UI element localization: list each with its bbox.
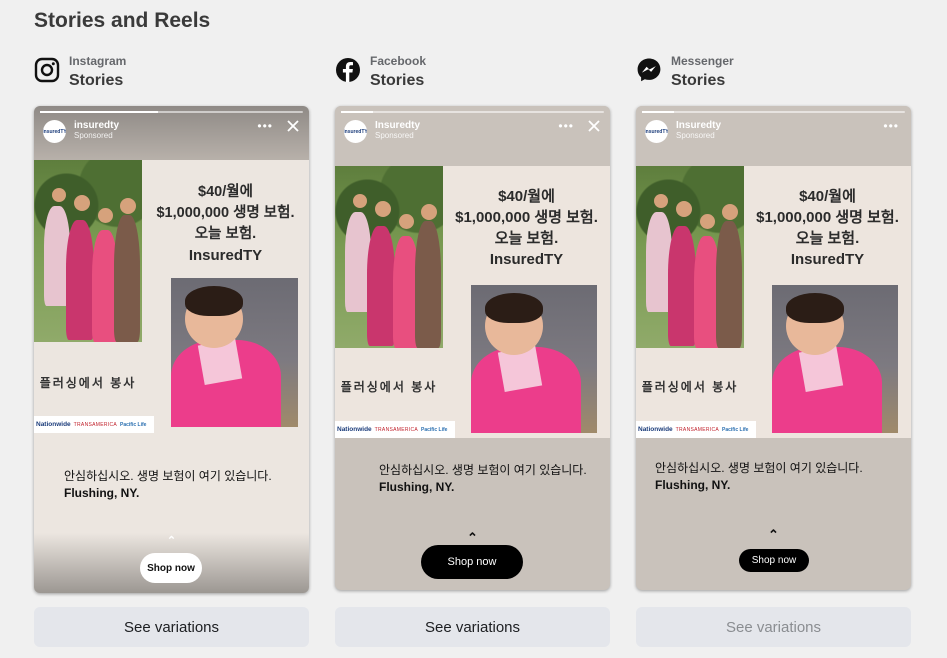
platform-name: Instagram [69, 54, 127, 68]
story-preview[interactable]: $40/월에 $1,000,000 생명 보험. 오늘 보험. InsuredT… [34, 106, 309, 593]
caption-text: 안심하십시오. 생명 보험이 여기 있습니다. [655, 461, 863, 475]
ad-subtitle: 플러싱에서 봉사 [340, 380, 438, 394]
nationwide-logo: Nationwide [36, 421, 71, 428]
ad-subtitle: 플러싱에서 봉사 [39, 376, 137, 390]
placement-column-messenger: Messenger Stories $40/월에 $1,000,000 생명 보… [636, 54, 911, 647]
platform-name: Messenger [671, 54, 734, 68]
placement-column-instagram: Instagram Stories $40/월에 $1,000,000 생명 보… [34, 54, 309, 647]
caption-text: 안심하십시오. 생명 보험이 여기 있습니다. [64, 469, 272, 483]
account-name: insuredty [74, 120, 120, 131]
ad-caption: 안심하십시오. 생명 보험이 여기 있습니다. Flushing, NY. [64, 468, 294, 502]
see-variations-button: See variations [636, 607, 911, 647]
chevron-up-icon: ⌃ [467, 530, 478, 545]
transamerica-logo: TRANSAMERICA [73, 421, 117, 428]
close-icon[interactable] [286, 119, 300, 133]
placement-name: Stories [671, 72, 726, 89]
ad-subtitle: 플러싱에서 봉사 [641, 380, 739, 394]
partner-logos: Nationwide TRANSAMERICA Pacific Life [636, 421, 756, 438]
placement-header: Facebook Stories [335, 54, 610, 98]
headline-line: $1,000,000 생명 보험. [455, 209, 598, 226]
more-options-icon[interactable]: ••• [257, 119, 273, 133]
see-variations-button[interactable]: See variations [34, 607, 309, 647]
pacific-life-logo: Pacific Life [421, 426, 448, 433]
pacific-life-logo: Pacific Life [722, 426, 749, 433]
ad-caption: 안심하십시오. 생명 보험이 여기 있습니다. Flushing, NY. [379, 462, 609, 496]
avatar: InsuredTY [43, 120, 66, 143]
headline-line: $1,000,000 생명 보험. [756, 209, 899, 226]
avatar: InsuredTY [344, 120, 367, 143]
baby-photo [171, 278, 298, 427]
placement-name: Stories [69, 72, 124, 89]
avatar: InsuredTY [645, 120, 668, 143]
chevron-up-icon: ⌃ [768, 527, 779, 542]
placement-header: Messenger Stories [636, 54, 911, 98]
caption-location: Flushing, NY. [64, 486, 140, 500]
headline-line: 오늘 보험. [795, 230, 860, 247]
account-name: Insuredty [676, 120, 722, 131]
ad-creative: $40/월에 $1,000,000 생명 보험. 오늘 보험. InsuredT… [335, 166, 610, 438]
shop-now-button[interactable]: Shop now [421, 545, 523, 579]
sponsored-label: Sponsored [74, 131, 113, 140]
nationwide-logo: Nationwide [638, 426, 673, 433]
family-photo [636, 166, 744, 348]
close-icon[interactable] [587, 119, 601, 133]
caption-location: Flushing, NY. [379, 480, 455, 494]
ad-headline: $40/월에 $1,000,000 생명 보험. 오늘 보험. InsuredT… [443, 186, 610, 270]
see-variations-button[interactable]: See variations [335, 607, 610, 647]
ad-caption: 안심하십시오. 생명 보험이 여기 있습니다. Flushing, NY. [655, 460, 885, 494]
transamerica-logo: TRANSAMERICA [675, 426, 719, 433]
story-preview[interactable]: $40/월에 $1,000,000 생명 보험. 오늘 보험. InsuredT… [636, 106, 911, 590]
family-photo [34, 160, 142, 342]
ad-creative: $40/월에 $1,000,000 생명 보험. 오늘 보험. InsuredT… [636, 166, 911, 438]
headline-line: 오늘 보험. [194, 226, 257, 242]
nationwide-logo: Nationwide [337, 426, 372, 433]
pacific-life-logo: Pacific Life [120, 421, 147, 428]
caption-location: Flushing, NY. [655, 478, 731, 492]
ad-creative: $40/월에 $1,000,000 생명 보험. 오늘 보험. InsuredT… [34, 160, 309, 434]
transamerica-logo: TRANSAMERICA [374, 426, 418, 433]
headline-line: $40/월에 [198, 184, 253, 200]
headline-brand: InsuredTY [489, 251, 564, 268]
caption-text: 안심하십시오. 생명 보험이 여기 있습니다. [379, 463, 587, 477]
story-progress-bar [341, 111, 604, 113]
section-title: Stories and Reels [34, 9, 211, 32]
ad-headline: $40/월에 $1,000,000 생명 보험. 오늘 보험. InsuredT… [142, 182, 309, 266]
ad-headline: $40/월에 $1,000,000 생명 보험. 오늘 보험. InsuredT… [744, 186, 911, 270]
platform-name: Facebook [370, 54, 427, 68]
headline-brand: InsuredTY [188, 247, 263, 264]
headline-line: 오늘 보험. [494, 230, 559, 247]
story-preview[interactable]: $40/월에 $1,000,000 생명 보험. 오늘 보험. InsuredT… [335, 106, 610, 590]
headline-brand: InsuredTY [790, 251, 865, 268]
more-options-icon[interactable]: ••• [883, 119, 899, 133]
partner-logos: Nationwide TRANSAMERICA Pacific Life [335, 421, 455, 438]
story-progress-bar [642, 111, 905, 113]
placement-name: Stories [370, 72, 425, 89]
messenger-icon [637, 58, 661, 82]
facebook-icon [336, 58, 360, 82]
sponsored-label: Sponsored [375, 131, 414, 140]
placement-column-facebook: Facebook Stories $40/월에 $1,000,000 생명 보험… [335, 54, 610, 647]
placement-header: Instagram Stories [34, 54, 309, 98]
baby-photo [471, 285, 597, 433]
more-options-icon[interactable]: ••• [558, 119, 574, 133]
headline-line: $40/월에 [498, 188, 555, 205]
story-progress-bar [40, 111, 303, 113]
headline-line: $1,000,000 생명 보험. [156, 205, 295, 221]
shop-now-button[interactable]: Shop now [739, 549, 809, 572]
baby-photo [772, 285, 898, 433]
sponsored-label: Sponsored [676, 131, 715, 140]
partner-logos: Nationwide TRANSAMERICA Pacific Life [34, 416, 154, 433]
family-photo [335, 166, 443, 348]
account-name: Insuredty [375, 120, 421, 131]
headline-line: $40/월에 [799, 188, 856, 205]
chevron-up-icon: ⌃ [166, 535, 177, 547]
instagram-icon [34, 57, 60, 83]
shop-now-button[interactable]: Shop now [140, 553, 202, 583]
